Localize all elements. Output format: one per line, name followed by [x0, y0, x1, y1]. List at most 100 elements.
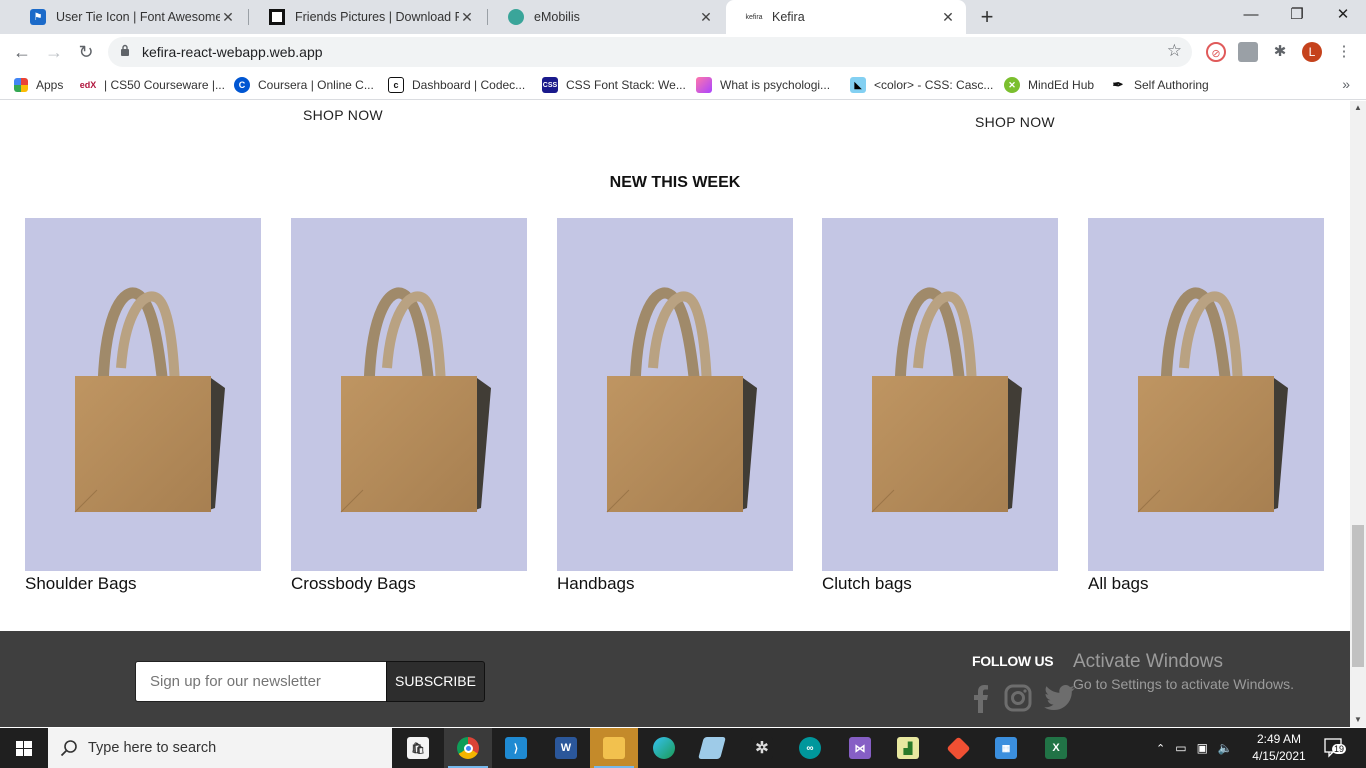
tote-bag-drawing	[871, 287, 1022, 513]
taskbar-clock[interactable]: 2:49 AM 4/15/2021	[1246, 731, 1312, 765]
tote-bag-image[interactable]	[1088, 218, 1324, 571]
arduino-icon: ∞	[799, 737, 821, 759]
tote-bag-image[interactable]	[822, 218, 1058, 571]
bookmark-mdn-color[interactable]: ◣ <color> - CSS: Casc...	[850, 76, 993, 94]
taskbar-file-explorer[interactable]	[590, 728, 638, 768]
page-scrollbar[interactable]: ▲ ▼	[1350, 101, 1366, 727]
tote-bag-image[interactable]	[25, 218, 261, 571]
newsletter-email-input[interactable]	[135, 661, 387, 702]
reload-icon[interactable]: ↻	[74, 40, 98, 64]
taskbar-excel[interactable]: X	[1032, 728, 1080, 768]
menu-kebab-icon[interactable]: ⋮	[1334, 42, 1354, 62]
twitter-icon[interactable]	[1044, 683, 1076, 713]
scrollbar-thumb[interactable]	[1352, 525, 1364, 667]
tote-bag-image[interactable]	[557, 218, 793, 571]
product-card[interactable]: Clutch bags	[822, 218, 1058, 594]
activate-windows-subtitle: Go to Settings to activate Windows.	[1073, 676, 1294, 692]
bookmark-coursera[interactable]: C Coursera | Online C...	[234, 76, 374, 94]
taskbar-git[interactable]	[934, 728, 982, 768]
taskbar-edge[interactable]	[640, 728, 688, 768]
scroll-down-arrow-icon[interactable]: ▼	[1350, 713, 1366, 727]
address-bar[interactable]: kefira-react-webapp.web.app ☆	[108, 37, 1192, 67]
profile-avatar[interactable]: L	[1302, 42, 1322, 62]
product-name[interactable]: Shoulder Bags	[25, 574, 261, 594]
shop-now-link-left[interactable]: SHOP NOW	[303, 107, 383, 123]
close-icon[interactable]: ✕	[940, 9, 956, 26]
tab-friends-pictures[interactable]: Friends Pictures | Download Free ✕	[249, 0, 485, 34]
tab-user-tie[interactable]: ⚑ User Tie Icon | Font Awesome ✕	[10, 0, 246, 34]
bookmark-star-icon[interactable]: ☆	[1167, 41, 1182, 61]
bookmark-label: Self Authoring	[1134, 78, 1209, 92]
bookmark-self-authoring[interactable]: ✒ Self Authoring	[1110, 76, 1209, 94]
bookmark-css-font-stack[interactable]: CSS CSS Font Stack: We...	[542, 76, 686, 94]
volume-icon[interactable]: 🔈	[1218, 741, 1233, 755]
product-card[interactable]: All bags	[1088, 218, 1324, 594]
taskbar-app-satellite[interactable]: ✲	[738, 728, 786, 768]
lock-icon	[121, 44, 129, 56]
bookmark-apps[interactable]: Apps	[14, 76, 63, 94]
tab-title: eMobilis	[534, 10, 580, 24]
store-bag-icon: 🛍	[407, 737, 429, 759]
bookmark-psychology[interactable]: What is psychologi...	[696, 76, 830, 94]
new-tab-button[interactable]: +	[976, 4, 998, 30]
product-name[interactable]: Crossbody Bags	[291, 574, 527, 594]
bookmark-label: | CS50 Courseware |...	[104, 78, 225, 92]
close-icon[interactable]: ✕	[459, 9, 475, 26]
shop-now-link-right[interactable]: SHOP NOW	[975, 114, 1055, 130]
battery-icon[interactable]: ▭	[1175, 741, 1186, 755]
close-window-button[interactable]: ✕	[1320, 0, 1366, 34]
product-name[interactable]: Clutch bags	[822, 574, 1058, 594]
taskbar-word[interactable]: W	[542, 728, 590, 768]
taskbar-vscode[interactable]: ⟩	[492, 728, 540, 768]
product-name[interactable]: All bags	[1088, 574, 1324, 594]
windows-start-icon[interactable]	[0, 728, 48, 768]
codecademy-icon: c	[388, 77, 404, 93]
minimize-button[interactable]: —	[1228, 0, 1274, 34]
taskbar-search-box[interactable]: Type here to search	[48, 728, 392, 768]
bookmark-cs50[interactable]: edX | CS50 Courseware |...	[80, 76, 225, 94]
bookmarks-overflow-chevron-icon[interactable]: »	[1342, 76, 1350, 92]
taskbar-arduino[interactable]: ∞	[786, 728, 834, 768]
excel-icon: X	[1045, 737, 1067, 759]
tab-emobilis[interactable]: eMobilis ✕	[488, 0, 724, 34]
taskbar-chrome[interactable]	[444, 728, 492, 768]
taskbar-app-chart[interactable]: ▟	[884, 728, 932, 768]
taskbar-calendar[interactable]: ▦	[982, 728, 1030, 768]
follow-us-heading: FOLLOW US	[972, 653, 1054, 669]
product-card[interactable]: Shoulder Bags	[25, 218, 261, 594]
subscribe-button[interactable]: SUBSCRIBE	[386, 661, 485, 702]
product-card[interactable]: Crossbody Bags	[291, 218, 527, 594]
taskbar-visual-studio[interactable]: ⋈	[836, 728, 884, 768]
chart-app-icon: ▟	[897, 737, 919, 759]
bookmark-codecademy[interactable]: c Dashboard | Codec...	[388, 76, 525, 94]
tab-strip: ⚑ User Tie Icon | Font Awesome ✕ Friends…	[0, 0, 1366, 34]
taskbar-store[interactable]: 🛍	[394, 728, 442, 768]
product-card[interactable]: Handbags	[557, 218, 793, 594]
extensions-puzzle-icon[interactable]: ✱	[1270, 42, 1290, 62]
activate-windows-title: Activate Windows	[1073, 651, 1223, 672]
section-title: NEW THIS WEEK	[609, 174, 741, 191]
forward-arrow-icon[interactable]: →	[42, 40, 66, 64]
tab-kefira[interactable]: kefira Kefira ✕	[726, 0, 966, 34]
git-icon	[945, 735, 971, 761]
back-arrow-icon[interactable]: ←	[10, 40, 34, 64]
calendar-icon: ▦	[995, 737, 1017, 759]
scroll-up-arrow-icon[interactable]: ▲	[1350, 101, 1366, 115]
restore-button[interactable]: ❐	[1274, 0, 1320, 34]
chevron-up-icon[interactable]: ⌃	[1156, 742, 1165, 755]
network-icon[interactable]: ▣	[1197, 741, 1208, 755]
close-icon[interactable]: ✕	[220, 9, 236, 26]
instagram-icon[interactable]	[1003, 683, 1033, 713]
bookmark-minded-hub[interactable]: ✕ MindEd Hub	[1004, 76, 1094, 94]
product-name[interactable]: Handbags	[557, 574, 793, 594]
notification-center-button[interactable]: 19	[1324, 738, 1347, 758]
profile-extension-icon[interactable]	[1238, 42, 1258, 62]
adblock-extension-icon[interactable]: ⊘	[1206, 42, 1226, 62]
close-icon[interactable]: ✕	[698, 9, 714, 26]
tote-bag-image[interactable]	[291, 218, 527, 571]
taskbar-app-blue[interactable]	[688, 728, 736, 768]
unsplash-icon	[269, 9, 285, 25]
visual-studio-icon: ⋈	[849, 737, 871, 759]
facebook-icon[interactable]	[966, 683, 996, 713]
browser-toolbar: ← → ↻ kefira-react-webapp.web.app ☆ ⊘ ✱ …	[0, 34, 1366, 70]
